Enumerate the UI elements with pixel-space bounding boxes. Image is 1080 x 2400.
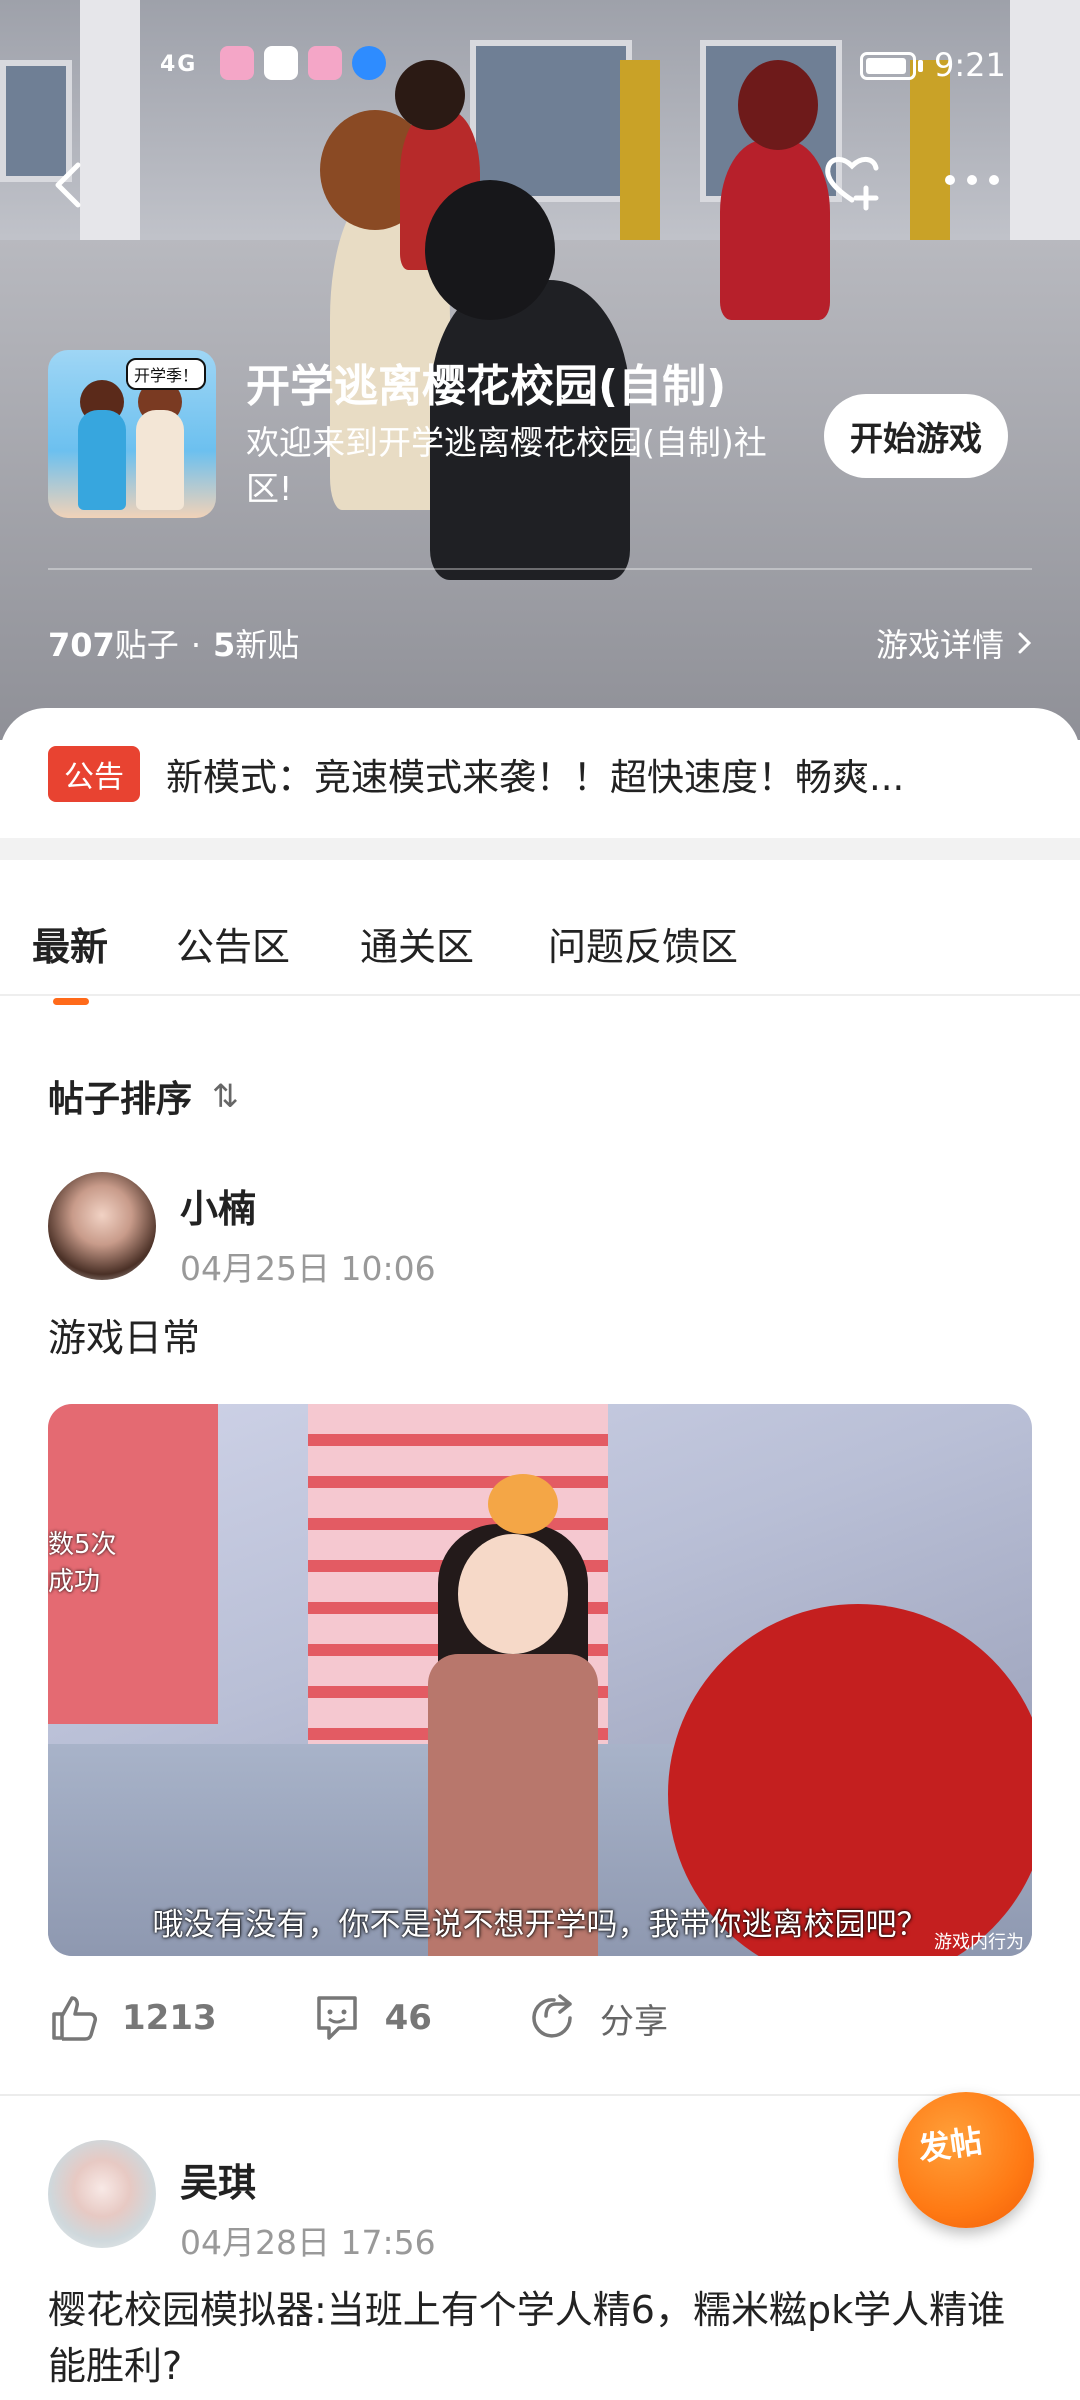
like-count: 1213 (122, 1998, 217, 2038)
post-count: 707 (48, 626, 115, 664)
cat-on-head (488, 1474, 558, 1534)
app-notification-icon (308, 46, 342, 80)
more-button[interactable] (940, 160, 1004, 200)
share-label: 分享 (599, 2001, 668, 2042)
post-count-label: 贴子 (114, 626, 179, 664)
game-overlay-text: 数5次 成功 (48, 1530, 117, 1597)
post-title: 樱花校园模拟器:当班上有个学人精6，糯米糍pk学人精谁能胜利? (48, 2288, 1006, 2388)
video-caption: 哦没有没有，你不是说不想开学吗，我带你逃离校园吧？ (152, 1907, 928, 1943)
shield-icon (352, 46, 386, 80)
comment-count: 46 (384, 1998, 432, 2038)
author-name[interactable]: 小楠 (180, 1178, 256, 1233)
new-post-count: 5 (212, 626, 236, 664)
signal-icon: 4G (160, 52, 198, 77)
post-video-thumbnail[interactable]: 数5次 成功 哦没有没有，你不是说不想开学吗，我带你逃离校园吧？ 游戏内行为 (48, 1404, 1032, 1956)
avatar[interactable] (48, 1172, 156, 1280)
icon-character-body (136, 410, 184, 510)
comment-icon (316, 1996, 357, 2040)
share-icon (532, 1994, 572, 2038)
sort-label: 帖子排序 (48, 1079, 193, 1120)
chevron-left-icon (55, 162, 81, 208)
new-post-button[interactable]: 发帖 (898, 2092, 1034, 2228)
share-button[interactable]: 分享 (526, 1992, 668, 2044)
post-sort[interactable]: 帖子排序 ⇅ (48, 1070, 239, 1122)
girl-face (458, 1534, 568, 1654)
chevron-right-icon (1018, 632, 1032, 654)
forum-stats: 707贴子 · 5新贴 (48, 620, 299, 666)
follow-button[interactable] (820, 148, 884, 212)
status-bar: 4G 9:21 (0, 40, 1080, 100)
notification-icons (220, 46, 386, 80)
battery-icon (860, 52, 916, 80)
new-post-label: 新贴 (235, 626, 300, 664)
clock: 9:21 (934, 46, 1006, 84)
game-details-link[interactable]: 游戏详情 (876, 620, 1034, 666)
avatar[interactable] (48, 2140, 156, 2248)
game-details-label: 游戏详情 (875, 626, 1004, 664)
icon-tag: 开学季！ (126, 358, 207, 390)
post-actions: 1213 46 分享 (48, 1992, 762, 2044)
forum-tabs: 最新 公告区 通关区 问题反馈区 (0, 860, 1080, 1005)
divider (48, 568, 1032, 570)
back-button[interactable] (48, 155, 88, 215)
character-girl-red (720, 140, 830, 320)
post-divider (0, 2094, 1080, 2096)
sort-icon: ⇅ (212, 1077, 239, 1115)
battery-tip (918, 60, 923, 72)
app-notification-icon (220, 46, 254, 80)
start-game-button[interactable]: 开始游戏 (824, 394, 1008, 478)
game-banner: 4G 9:21 开学季！ 开学逃离樱花校园(自制) 欢迎来到开学逃离樱花校园(自… (0, 0, 1080, 740)
heart-plus-icon (825, 157, 879, 211)
pillar (80, 0, 140, 250)
author-name[interactable]: 吴琪 (180, 2152, 256, 2207)
new-post-label: 发帖 (915, 2121, 985, 2169)
announcement-bar[interactable]: 公告 新模式：竞速模式来袭！！超快速度！畅爽... (48, 746, 1038, 802)
welcome-text: 欢迎来到开学逃离樱花校园(自制)社区! (246, 423, 767, 508)
like-button[interactable]: 1213 (48, 1992, 217, 2044)
active-tab-indicator (53, 998, 89, 1005)
tab-announcements[interactable]: 公告区 (176, 916, 290, 971)
watermark: 游戏内行为 (934, 1932, 1024, 1953)
post-title: 游戏日常 (48, 1316, 201, 1360)
huawei-notification-icon (264, 46, 298, 80)
thumbs-up-icon (52, 1996, 97, 2041)
tab-feedback[interactable]: 问题反馈区 (548, 916, 738, 971)
game-icon: 开学季！ (48, 350, 216, 518)
icon-character-body (78, 410, 126, 510)
separator-dot: · (190, 626, 201, 664)
pillar (1010, 0, 1080, 250)
tab-walkthrough[interactable]: 通关区 (360, 916, 474, 971)
character-head (425, 180, 555, 320)
game-title: 开学逃离樱花校园(自制) (246, 361, 727, 412)
announcement-text: 新模式：竞速模式来袭！！超快速度！畅爽... (166, 756, 905, 799)
tab-latest[interactable]: 最新 (32, 916, 108, 971)
section-gap (0, 838, 1080, 860)
comment-button[interactable]: 46 (311, 1992, 432, 2044)
post-time: 04月28日 17:56 (180, 2223, 436, 2262)
announcement-badge: 公告 (48, 746, 140, 802)
post-time: 04月25日 10:06 (180, 1249, 436, 1288)
more-dots-icon (945, 175, 999, 185)
